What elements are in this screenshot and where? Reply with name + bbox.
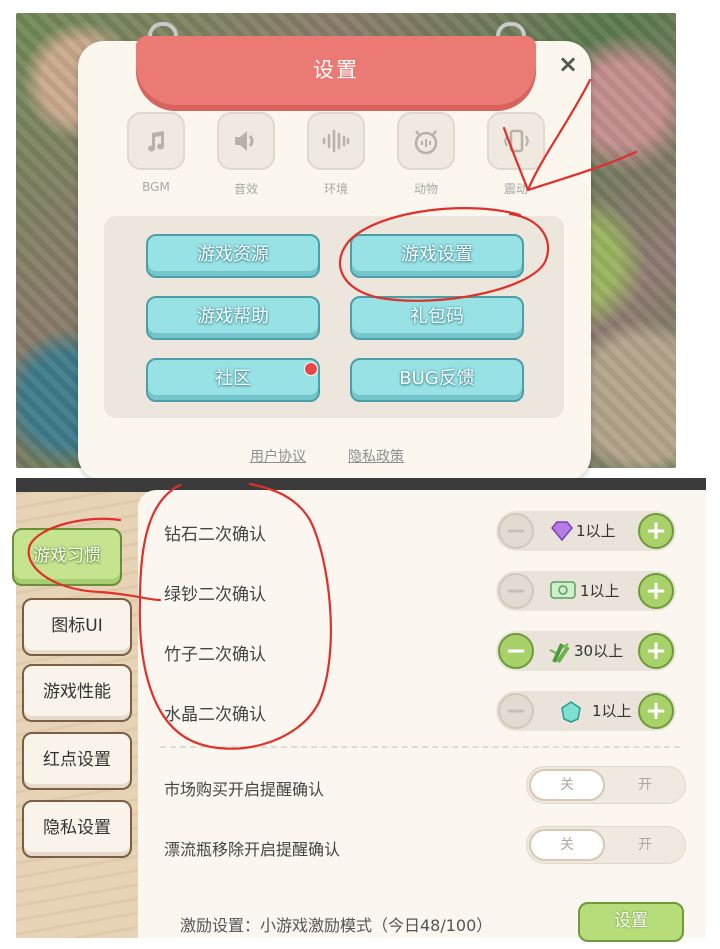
crystal-minus-button[interactable]: − [498, 693, 534, 729]
community-label: 社区 [215, 368, 251, 389]
tab-privacy-settings[interactable]: 隐私设置 [22, 800, 132, 858]
crystal-icon [561, 701, 581, 723]
game-settings-button[interactable]: 游戏设置 [350, 234, 524, 278]
tab-red-dot-settings[interactable]: 红点设置 [22, 732, 132, 790]
crystal-threshold: 1以上 [592, 702, 632, 720]
green-cash-icon [550, 581, 576, 599]
section-divider [160, 746, 680, 748]
toggle-sfx[interactable]: 音效 [216, 112, 276, 197]
notification-dot [304, 362, 318, 376]
bamboo-threshold: 30以上 [574, 642, 624, 660]
cash-confirm-label: 绿钞二次确认 [164, 585, 266, 605]
community-button[interactable]: 社区 [146, 358, 320, 402]
bamboo-plus-button[interactable]: + [638, 633, 674, 669]
tab-game-performance[interactable]: 游戏性能 [22, 664, 132, 722]
game-resources-button[interactable]: 游戏资源 [146, 234, 320, 278]
game-help-button[interactable]: 游戏帮助 [146, 296, 320, 340]
market-on-option[interactable]: 开 [605, 767, 685, 803]
market-reminder-label: 市场购买开启提醒确认 [164, 780, 325, 799]
diamond-icon [551, 521, 573, 541]
crystal-plus-button[interactable]: + [638, 693, 674, 729]
crystal-confirm-label: 水晶二次确认 [164, 705, 266, 725]
animal-sound-icon [397, 112, 455, 170]
ambient-label: 环境 [323, 182, 348, 196]
market-reminder-toggle[interactable]: 关 开 [526, 766, 686, 804]
gift-code-button[interactable]: 礼包码 [350, 296, 524, 340]
diamond-confirm-label: 钻石二次确认 [164, 525, 266, 545]
vibrate-icon [487, 112, 545, 170]
vibrate-label: 震动 [503, 182, 528, 196]
title-ribbon: 设置 [136, 36, 536, 111]
diamond-minus-button[interactable]: − [498, 513, 534, 549]
tab-icon-ui[interactable]: 图标UI [22, 598, 132, 656]
bottle-reminder-toggle[interactable]: 关 开 [526, 826, 686, 864]
diamond-threshold: 1以上 [576, 522, 616, 540]
toggle-animal[interactable]: 动物 [396, 112, 456, 197]
close-button[interactable]: × [558, 50, 578, 78]
crystal-stepper: − 1以上 + [496, 691, 676, 731]
bottle-off-option[interactable]: 关 [529, 829, 605, 861]
privacy-policy-link[interactable]: 隐私政策 [348, 446, 404, 466]
diamond-stepper: − 1以上 + [496, 511, 676, 551]
cash-plus-button[interactable]: + [638, 573, 674, 609]
bottle-on-option[interactable]: 开 [605, 827, 685, 863]
incentive-settings-text: 激励设置：小游戏激励模式（今日48/100） [180, 916, 493, 935]
music-note-icon [127, 112, 185, 170]
tab-game-habits[interactable]: 游戏习惯 [12, 528, 122, 586]
bgm-label: BGM [142, 180, 170, 194]
cash-stepper: − 1以上 + [496, 571, 676, 611]
bottle-reminder-label: 漂流瓶移除开启提醒确认 [164, 840, 341, 859]
toggle-bgm[interactable]: BGM [126, 112, 186, 194]
dialog-title: 设置 [313, 58, 359, 82]
bamboo-stepper: − 30以上 + [496, 631, 676, 671]
animal-label: 动物 [413, 182, 438, 196]
bamboo-confirm-label: 竹子二次确认 [164, 645, 266, 665]
cash-threshold: 1以上 [580, 582, 620, 600]
toggle-ambient[interactable]: 环境 [306, 112, 366, 197]
soundwave-icon [307, 112, 365, 170]
speaker-icon [217, 112, 275, 170]
bug-feedback-button[interactable]: BUG反馈 [350, 358, 524, 402]
incentive-settings-button[interactable]: 设置 [578, 902, 684, 942]
cash-minus-button[interactable]: − [498, 573, 534, 609]
user-agreement-link[interactable]: 用户协议 [250, 446, 306, 466]
diamond-plus-button[interactable]: + [638, 513, 674, 549]
market-off-option[interactable]: 关 [529, 769, 605, 801]
bamboo-minus-button[interactable]: − [498, 633, 534, 669]
sfx-label: 音效 [233, 182, 258, 196]
toggle-vibrate[interactable]: 震动 [486, 112, 546, 197]
bamboo-icon [549, 643, 570, 663]
